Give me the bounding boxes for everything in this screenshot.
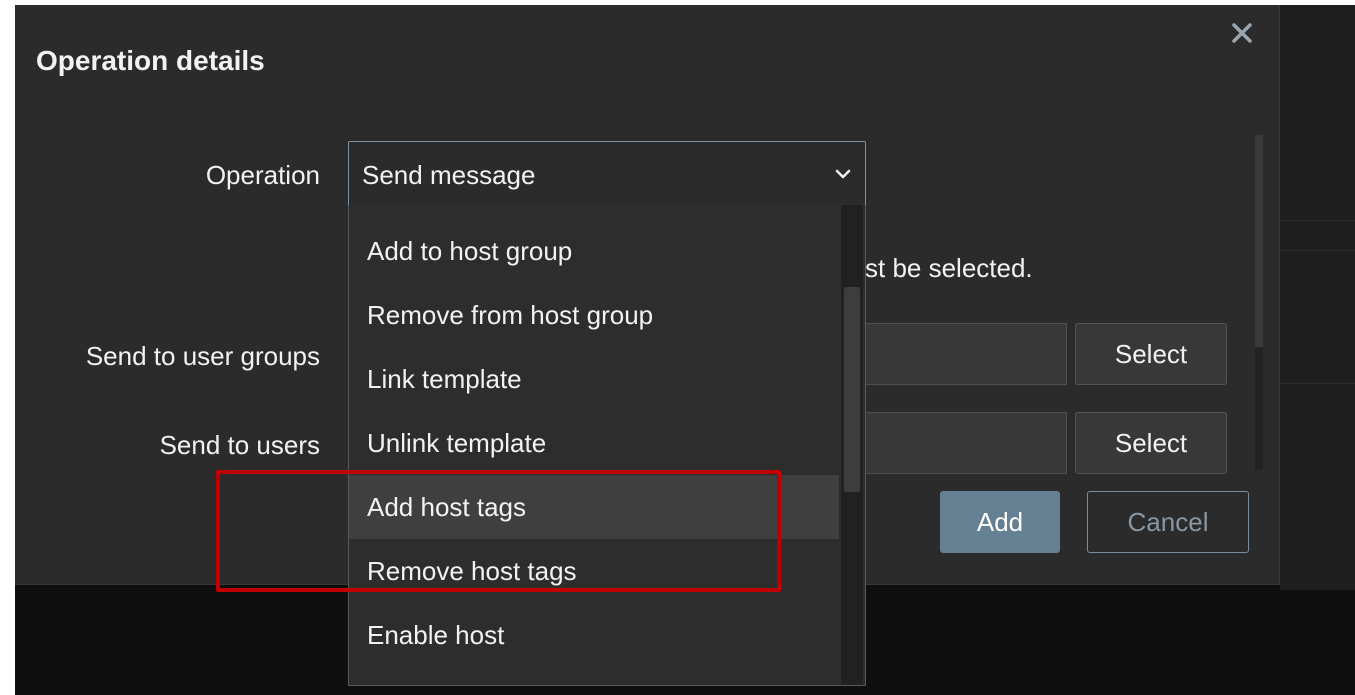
users-input[interactable] — [865, 412, 1067, 474]
dropdown-option-add-to-host-group[interactable]: Add to host group — [349, 219, 839, 283]
select-user-groups-button[interactable]: Select — [1075, 323, 1227, 385]
send-to-user-groups-label: Send to user groups — [85, 341, 320, 371]
dropdown-option-remove-from-host-group[interactable]: Remove from host group — [349, 283, 839, 347]
dialog-scrollbar[interactable] — [1255, 135, 1263, 470]
dialog-title: Operation details — [36, 45, 265, 76]
send-to-users-label: Send to users — [159, 430, 320, 460]
operation-select-value: Send message — [362, 160, 536, 190]
cancel-button[interactable]: Cancel — [1087, 491, 1249, 553]
dropdown-scrollbar[interactable] — [841, 205, 863, 685]
user-groups-input[interactable] — [865, 323, 1067, 385]
dropdown-option-enable-host[interactable]: Enable host — [349, 603, 839, 667]
background-divider — [1280, 250, 1355, 251]
operation-label: Operation — [205, 160, 320, 190]
close-icon[interactable] — [1227, 18, 1257, 48]
operation-dropdown-list: Add to host group Remove from host group… — [348, 205, 866, 686]
background-divider — [1280, 383, 1355, 384]
dropdown-option-link-template[interactable]: Link template — [349, 347, 839, 411]
background-panel — [1280, 5, 1355, 590]
select-users-button[interactable]: Select — [1075, 412, 1227, 474]
dropdown-option-add-host-tags[interactable]: Add host tags — [349, 475, 839, 539]
operation-details-dialog: Operation details Operation st be select… — [15, 5, 1280, 686]
dropdown-scrollbar-thumb[interactable] — [844, 287, 860, 492]
dropdown-option-remove-host-tags[interactable]: Remove host tags — [349, 539, 839, 603]
dropdown-option-unlink-template[interactable]: Unlink template — [349, 411, 839, 475]
validation-message: st be selected. — [865, 253, 1033, 283]
add-button[interactable]: Add — [940, 491, 1060, 553]
screen: Operation details Operation st be select… — [15, 5, 1355, 695]
chevron-down-icon — [833, 164, 853, 184]
background-divider — [1280, 220, 1355, 221]
operation-select[interactable]: Send message — [348, 141, 866, 207]
dialog-scrollbar-thumb[interactable] — [1255, 135, 1263, 347]
